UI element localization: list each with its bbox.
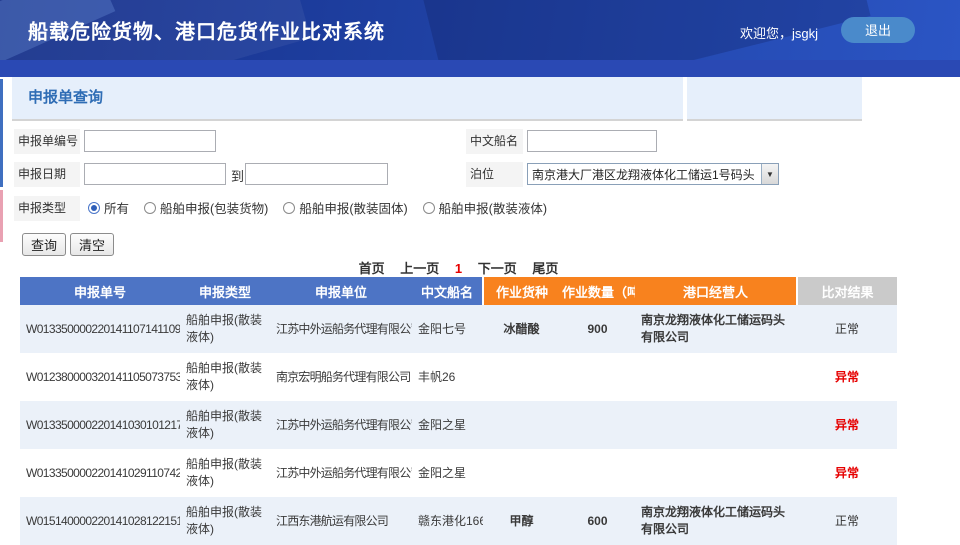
cell-quantity: 900: [560, 305, 635, 353]
pagination-last[interactable]: 尾页: [532, 261, 558, 276]
berth-selected-value: 南京港大厂港区龙翔液体化工储运1号码头: [528, 166, 761, 183]
cell-declaration-type: 船舶申报(散装液体): [180, 401, 270, 449]
section-header-band: 申报单查询: [12, 77, 683, 121]
column-header: 作业数量（吨）: [560, 277, 635, 305]
pagination-current-page: 1: [455, 261, 462, 276]
cell-quantity: [560, 449, 635, 497]
pagination-next[interactable]: 下一页: [478, 261, 517, 276]
search-button[interactable]: 查询: [22, 233, 66, 256]
declaration-type-radio-group: 所有 船舶申报(包装货物) 船舶申报(散装固体) 船舶申报(散装液体): [88, 198, 547, 217]
radio-icon[interactable]: [144, 202, 156, 214]
cell-declaration-type: 船舶申报(散装液体): [180, 305, 270, 353]
cell-port-operator: [635, 353, 797, 401]
declaration-type-label: 申报类型: [14, 196, 80, 221]
page-title: 申报单查询: [28, 77, 103, 119]
column-header: 中文船名: [412, 277, 483, 305]
date-to-word: 到: [231, 166, 244, 185]
cell-ship-name: 金阳之星: [412, 401, 483, 449]
date-from-input[interactable]: [84, 163, 226, 185]
cell-cargo-type: 冰醋酸: [483, 305, 560, 353]
table-row: W013350000220141029110742船舶申报(散装液体)江苏中外运…: [20, 449, 897, 497]
cell-declaration-unit: 江苏中外运船务代理有限公司: [270, 305, 412, 353]
ship-name-input[interactable]: [527, 130, 657, 152]
cell-ship-name: 金阳七号: [412, 305, 483, 353]
pagination: 首页 上一页 1 下一页 尾页: [20, 258, 897, 277]
cell-result: 异常: [797, 353, 897, 401]
app-header: 船载危险货物、港口危货作业比对系统 欢迎您，jsgkj 退出: [0, 0, 960, 60]
berth-label: 泊位: [466, 162, 523, 187]
logout-button[interactable]: 退出: [841, 17, 915, 43]
radio-option-3[interactable]: 船舶申报(散装液体): [423, 198, 547, 217]
cell-port-operator: [635, 449, 797, 497]
radio-option-label: 船舶申报(散装固体): [299, 198, 407, 217]
declaration-no-label: 申报单编号: [14, 129, 80, 154]
radio-option-label: 船舶申报(散装液体): [439, 198, 547, 217]
app-title: 船载危险货物、港口危货作业比对系统: [28, 16, 385, 45]
radio-option-label: 所有: [104, 198, 129, 217]
cell-declaration-no: W013350000220141030101217: [20, 401, 180, 449]
cell-quantity: [560, 353, 635, 401]
table-row: W012380000320141105073753船舶申报(散装液体)南京宏明船…: [20, 353, 897, 401]
cell-declaration-type: 船舶申报(散装液体): [180, 449, 270, 497]
cell-declaration-no: W013350000220141029110742: [20, 449, 180, 497]
column-header: 作业货种: [483, 277, 560, 305]
left-accent-line-red: [0, 190, 3, 242]
welcome-text: 欢迎您，jsgkj: [740, 23, 818, 42]
declaration-date-label: 申报日期: [14, 162, 80, 187]
berth-select[interactable]: 南京港大厂港区龙翔液体化工储运1号码头 ▼: [527, 163, 779, 185]
column-header: 比对结果: [797, 277, 897, 305]
results-table: 申报单号申报类型申报单位中文船名作业货种作业数量（吨）港口经营人比对结果 W01…: [20, 277, 897, 545]
cell-quantity: [560, 401, 635, 449]
column-header: 申报单号: [20, 277, 180, 305]
table-header-row: 申报单号申报类型申报单位中文船名作业货种作业数量（吨）港口经营人比对结果: [20, 277, 897, 305]
header-accent-bar: [0, 60, 960, 77]
radio-icon[interactable]: [283, 202, 295, 214]
chevron-down-icon[interactable]: ▼: [761, 164, 778, 184]
cell-cargo-type: [483, 353, 560, 401]
cell-result: 正常: [797, 305, 897, 353]
cell-ship-name: 金阳之星: [412, 449, 483, 497]
cell-declaration-no: W012380000320141105073753: [20, 353, 180, 401]
pagination-first[interactable]: 首页: [359, 261, 385, 276]
results-table-body: W013350000220141107141109船舶申报(散装液体)江苏中外运…: [20, 305, 897, 545]
column-header: 港口经营人: [635, 277, 797, 305]
cell-cargo-type: [483, 449, 560, 497]
cell-result: 异常: [797, 401, 897, 449]
radio-icon[interactable]: [88, 202, 100, 214]
cell-declaration-unit: 江苏中外运船务代理有限公司: [270, 401, 412, 449]
table-row: W013350000220141107141109船舶申报(散装液体)江苏中外运…: [20, 305, 897, 353]
pagination-prev[interactable]: 上一页: [400, 261, 439, 276]
radio-option-0[interactable]: 所有: [88, 198, 129, 217]
cell-port-operator: 南京龙翔液体化工储运码头有限公司: [635, 305, 797, 353]
column-header: 申报单位: [270, 277, 412, 305]
section-header-band-right: [687, 77, 862, 121]
radio-icon[interactable]: [423, 202, 435, 214]
date-to-input[interactable]: [245, 163, 388, 185]
cell-port-operator: [635, 401, 797, 449]
cell-result: 异常: [797, 449, 897, 497]
cell-ship-name: 丰帆26: [412, 353, 483, 401]
clear-button[interactable]: 清空: [70, 233, 114, 256]
cell-declaration-no: W013350000220141107141109: [20, 305, 180, 353]
cell-declaration-type: 船舶申报(散装液体): [180, 353, 270, 401]
declaration-no-input[interactable]: [84, 130, 216, 152]
cell-cargo-type: [483, 401, 560, 449]
table-row: W013350000220141030101217船舶申报(散装液体)江苏中外运…: [20, 401, 897, 449]
cell-declaration-unit: 江苏中外运船务代理有限公司: [270, 449, 412, 497]
ship-name-label: 中文船名: [466, 129, 523, 154]
radio-option-label: 船舶申报(包装货物): [160, 198, 268, 217]
radio-option-1[interactable]: 船舶申报(包装货物): [144, 198, 268, 217]
cell-declaration-unit: 南京宏明船务代理有限公司: [270, 353, 412, 401]
left-accent-line-blue: [0, 79, 3, 187]
radio-option-2[interactable]: 船舶申报(散装固体): [283, 198, 407, 217]
column-header: 申报类型: [180, 277, 270, 305]
